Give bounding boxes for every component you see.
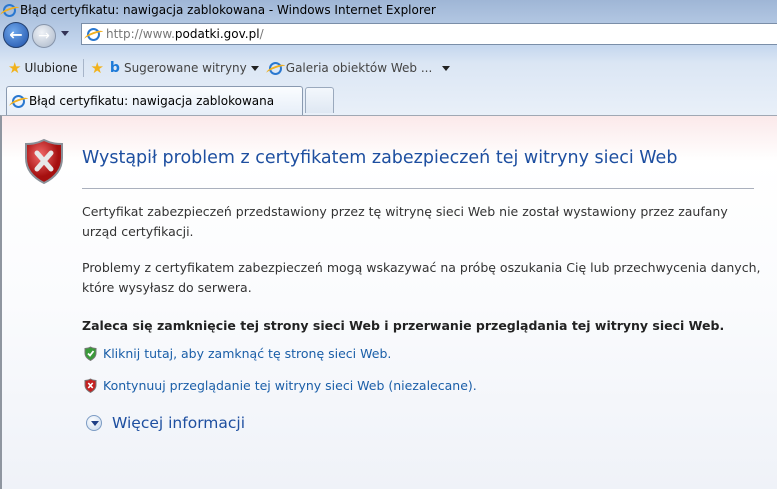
close-page-link-text: Kliknij tutaj, aby zamknąć tę stronę sie… [103, 346, 392, 361]
navigation-bar: ← → http://www.podatki.gov.pl/ [0, 20, 777, 48]
page-content: Wystąpił problem z certyfikatem zabezpie… [0, 115, 777, 489]
ie-logo-icon [3, 3, 16, 17]
tab-label: Błąd certyfikatu: nawigacja zablokowana [29, 94, 275, 108]
divider [82, 188, 754, 189]
more-information-label: Więcej informacji [112, 414, 246, 432]
url-prefix: http://www. [106, 27, 175, 41]
risk-explanation: Problemy z certyfikatem zabezpieczeń mog… [82, 260, 761, 295]
page-title: Wystąpił problem z certyfikatem zabezpie… [82, 148, 678, 168]
red-shield-x-icon [84, 378, 97, 393]
certificate-explanation: Certyfikat zabezpieczeń przedstawiony pr… [82, 204, 728, 239]
bing-icon: b [109, 60, 120, 76]
continue-link-text: Kontynuuj przeglądanie tej witryny sieci… [103, 378, 477, 393]
page-icon [268, 61, 282, 75]
window-title: Błąd certyfikatu: nawigacja zablokowana … [20, 3, 436, 17]
url-suffix: / [259, 27, 264, 41]
suggested-sites-button[interactable]: b Sugerowane witryny [110, 60, 259, 76]
web-slice-gallery-button[interactable]: Galeria obiektów Web ... [268, 61, 451, 75]
new-tab-button[interactable] [305, 87, 334, 113]
continue-to-site-link[interactable]: Kontynuuj przeglądanie tej witryny sieci… [84, 378, 477, 393]
chevron-down-icon [250, 65, 259, 71]
tab-active[interactable]: Błąd certyfikatu: nawigacja zablokowana [6, 86, 303, 115]
url-domain: podatki.gov.pl [174, 27, 260, 41]
favorites-star-icon: ★ [8, 59, 22, 77]
recommendation-text: Zaleca się zamknięcie tej strony sieci W… [82, 318, 725, 333]
tab-bar: Błąd certyfikatu: nawigacja zablokowana [0, 85, 777, 115]
address-bar[interactable]: http://www.podatki.gov.pl/ [81, 23, 777, 45]
web-slice-gallery-label: Galeria obiektów Web ... [285, 61, 433, 75]
favorites-button[interactable]: Ulubione [24, 61, 77, 75]
browser-chrome: Błąd certyfikatu: nawigacja zablokowana … [0, 0, 777, 115]
expand-chevron-icon [86, 415, 102, 431]
red-shield-error-icon [25, 138, 63, 184]
favorites-bar: ★ Ulubione ★ b Sugerowane witryny Galeria… [0, 56, 777, 80]
back-button[interactable]: ← [3, 22, 29, 48]
forward-button[interactable]: → [32, 24, 56, 48]
page-icon [87, 27, 100, 41]
green-shield-check-icon [84, 346, 97, 361]
title-bar: Błąd certyfikatu: nawigacja zablokowana … [0, 0, 777, 20]
close-page-link[interactable]: Kliknij tutaj, aby zamknąć tę stronę sie… [84, 346, 391, 361]
ie-tab-icon [12, 94, 25, 108]
add-favorite-icon[interactable]: ★ [90, 59, 103, 77]
more-information-toggle[interactable]: Więcej informacji [86, 414, 245, 432]
divider [83, 59, 85, 77]
suggested-sites-label: Sugerowane witryny [123, 61, 247, 75]
chevron-down-icon [442, 65, 451, 71]
recent-pages-dropdown[interactable] [61, 31, 69, 36]
